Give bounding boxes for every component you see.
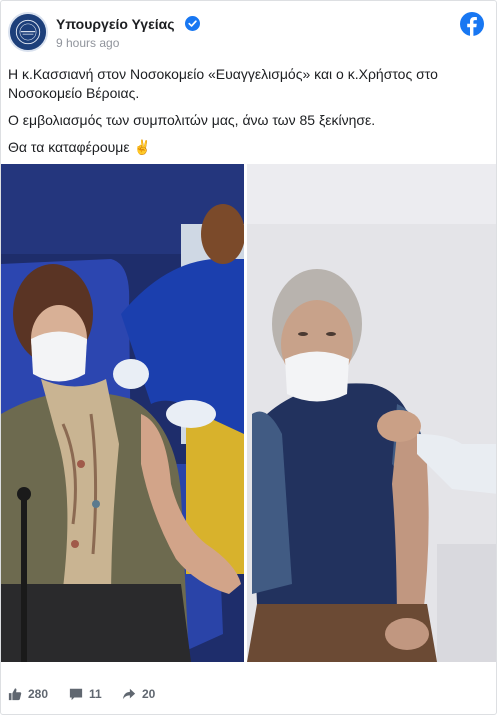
comment-icon: [69, 688, 83, 701]
shares-count-label: 20: [142, 687, 156, 701]
ministry-logo-icon: [10, 14, 46, 50]
comments-count-label: 11: [89, 687, 102, 701]
post-text-line-1: Η κ.Κασσιανή στον Νοσοκομείο «Ευαγγελισμ…: [8, 66, 438, 101]
comments-count[interactable]: 11: [69, 687, 102, 701]
photo-vaccination-man[interactable]: [247, 164, 496, 662]
vaccination-photo-man: [247, 164, 496, 662]
post-text-line-3-text: Θα τα καταφέρουμε: [8, 139, 130, 155]
page-name[interactable]: Υπουργείο Υγείας: [56, 16, 175, 32]
post-text-line-2: Ο εμβολιασμός των συμπολιτών μας, άνω τω…: [8, 112, 376, 128]
verified-badge-icon: [185, 16, 200, 31]
post-footer: 280 11 20: [1, 673, 496, 714]
post-message: Η κ.Κασσιανή στον Νοσοκομείο «Ευαγγελισμ…: [8, 65, 488, 166]
victory-hand-emoji: ✌️: [133, 140, 151, 156]
likes-count[interactable]: 280: [8, 687, 48, 701]
photo-vaccination-woman[interactable]: [1, 164, 244, 662]
shares-count[interactable]: 20: [122, 687, 155, 701]
facebook-post-card: Υπουργείο Υγείας 9 hours ago Η κ.Κασσιαν…: [0, 0, 497, 715]
vaccination-photo-woman: [1, 164, 244, 662]
share-icon: [122, 688, 136, 700]
post-text-line-3: Θα τα καταφέρουμε ✌️: [8, 138, 488, 158]
post-timestamp[interactable]: 9 hours ago: [56, 36, 119, 50]
facebook-icon[interactable]: [460, 12, 484, 36]
thumbs-up-icon: [8, 688, 22, 701]
page-avatar[interactable]: [8, 12, 48, 52]
post-header: Υπουργείο Υγείας 9 hours ago: [1, 1, 496, 59]
likes-count-label: 280: [28, 687, 49, 701]
